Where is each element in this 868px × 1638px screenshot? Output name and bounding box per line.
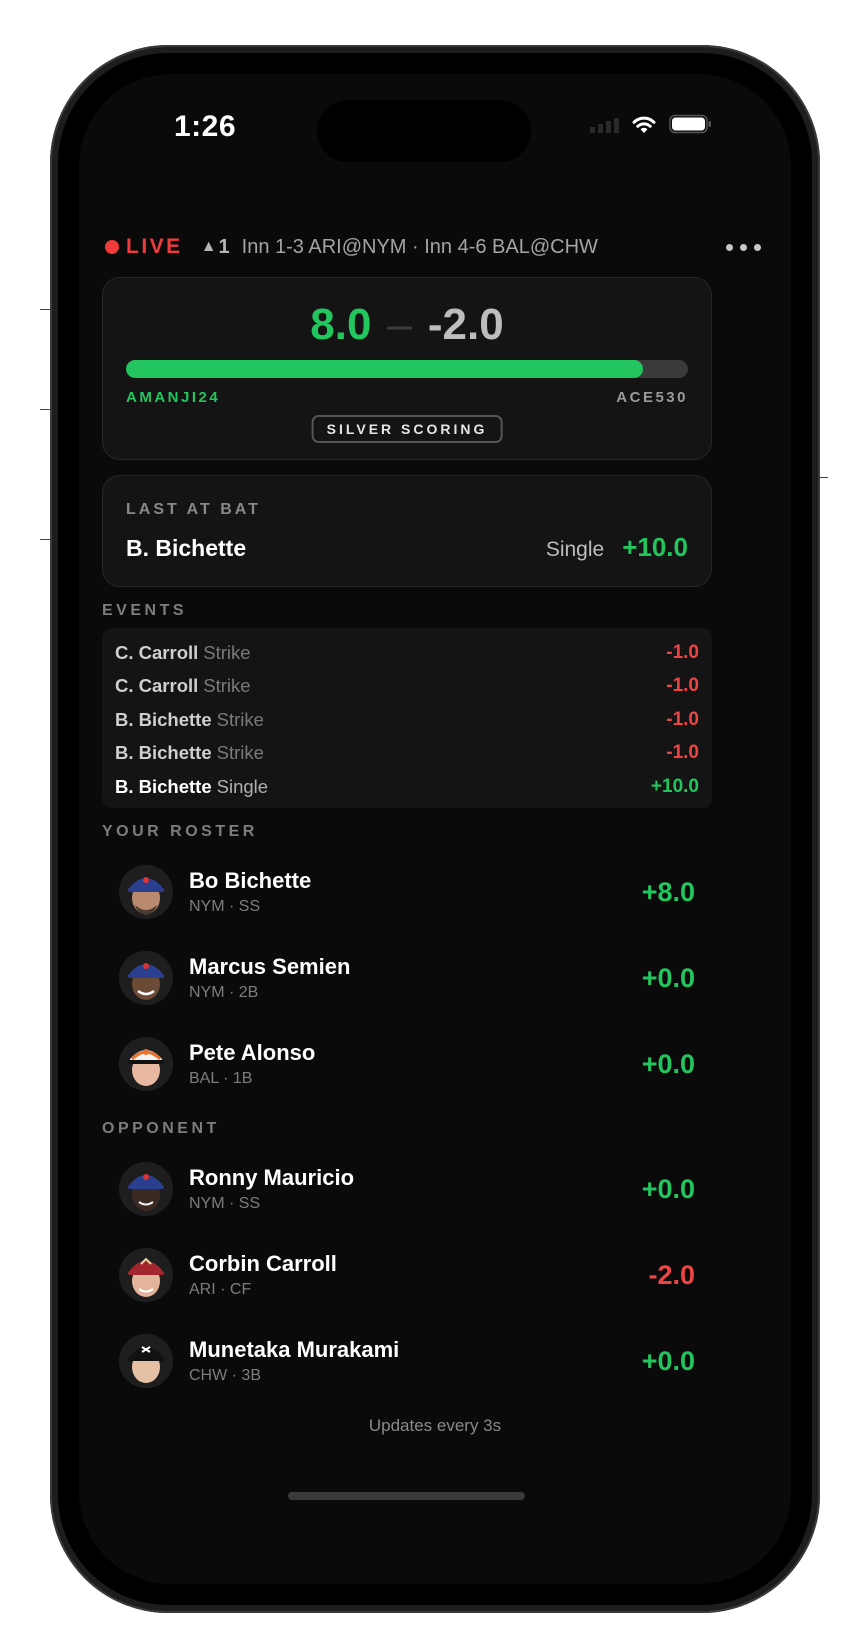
update-interval-note: Updates every 3s — [368, 1416, 502, 1435]
player-avatar — [119, 1334, 173, 1388]
event-player: B. Bichette — [115, 742, 212, 764]
event-player: B. Bichette — [115, 708, 212, 730]
last-at-bat-player: B. Bichette — [126, 535, 247, 561]
event-points: -1.0 — [666, 641, 699, 663]
player-name: Marcus Semien — [189, 954, 351, 979]
scoreboard-card: 8.0– -2.0 AMANJI24 ACE530 SILVER SCORING — [102, 277, 712, 460]
opponent-section-title: OPPONENT — [102, 1120, 220, 1137]
event-points: -1.0 — [666, 675, 699, 697]
event-row: B. Bichette Strike -1.0 — [115, 703, 699, 737]
roster-player-row[interactable]: Marcus Semien NYM · 2B +0.0 — [119, 943, 695, 1013]
event-row: B. Bichette Strike -1.0 — [115, 737, 699, 771]
events-section-title: EVENTS — [102, 602, 188, 619]
edge-mark — [40, 309, 50, 310]
player-points: +0.0 — [641, 1048, 695, 1079]
opponent-team-name: ACE530 — [616, 389, 688, 406]
status-icons — [590, 114, 713, 134]
event-row: C. Carroll Strike -1.0 — [115, 670, 699, 704]
player-team-position: NYM · 2B — [189, 984, 259, 1001]
event-action: Strike — [203, 675, 251, 697]
last-at-bat-title: LAST AT BAT — [126, 501, 261, 518]
event-row: C. Carroll Strike -1.0 — [115, 636, 699, 670]
status-time: 1:26 — [174, 110, 237, 143]
player-team-position: BAL · 1B — [189, 1070, 253, 1087]
event-points: -1.0 — [666, 742, 699, 764]
event-action: Strike — [216, 708, 264, 730]
live-label: LIVE — [126, 235, 183, 258]
event-player: C. Carroll — [115, 641, 199, 663]
live-indicator-dot — [105, 240, 119, 254]
your-roster-section-title: YOUR ROSTER — [102, 823, 258, 840]
player-points: +0.0 — [641, 1173, 695, 1204]
event-points: -1.0 — [666, 708, 699, 730]
player-points: +0.0 — [641, 962, 695, 993]
player-avatar — [119, 865, 173, 919]
player-name: Ronny Mauricio — [189, 1165, 355, 1190]
my-team-name: AMANJI24 — [126, 389, 221, 406]
score-separator: – — [387, 300, 412, 349]
event-player: B. Bichette — [115, 775, 212, 797]
more-dot-icon — [726, 243, 733, 251]
player-name: Corbin Carroll — [189, 1251, 337, 1276]
player-avatar — [119, 1162, 173, 1216]
edge-mark — [40, 409, 50, 410]
player-points: -2.0 — [648, 1259, 695, 1290]
scoring-tier-badge: SILVER SCORING — [311, 415, 503, 443]
app-screen: 1:26 LIVE ▲ 1 Inn 1-3 ARI@NYM · Inn 4-6 … — [79, 74, 791, 1584]
player-avatar — [119, 1248, 173, 1302]
opponent-player-row[interactable]: Munetaka Murakami CHW · 3B +0.0 — [119, 1326, 695, 1396]
event-action: Strike — [216, 742, 264, 764]
my-score: 8.0 — [310, 300, 372, 349]
last-at-bat-points: +10.0 — [622, 532, 688, 562]
cellular-signal-icon — [590, 115, 619, 133]
event-points: +10.0 — [650, 775, 699, 797]
dynamic-island — [317, 100, 531, 162]
home-indicator[interactable] — [288, 1492, 525, 1500]
more-options-button[interactable] — [722, 240, 765, 255]
alert-count: 1 — [218, 235, 230, 258]
player-avatar — [119, 951, 173, 1005]
more-dot-icon — [740, 243, 747, 251]
player-points: +8.0 — [641, 876, 695, 907]
event-action: Strike — [203, 641, 251, 663]
player-name: Bo Bichette — [189, 868, 312, 893]
alert-triangle-icon: ▲ — [200, 238, 217, 255]
more-dot-icon — [754, 243, 761, 251]
event-row: B. Bichette Single +10.0 — [115, 770, 699, 804]
player-team-position: ARI · CF — [189, 1281, 252, 1298]
player-name: Pete Alonso — [189, 1040, 316, 1065]
player-points: +0.0 — [641, 1345, 695, 1376]
score-progress-fill — [126, 360, 644, 378]
event-action: Single — [216, 775, 269, 797]
wifi-icon — [631, 115, 657, 134]
score-progress-bar — [126, 360, 688, 378]
live-header: LIVE ▲ 1 Inn 1-3 ARI@NYM · Inn 4-6 BAL@C… — [105, 232, 765, 262]
last-at-bat-outcome: Single +10.0 — [546, 532, 688, 563]
last-at-bat-result: Single — [545, 538, 605, 561]
player-team-position: NYM · SS — [189, 898, 261, 915]
battery-icon — [669, 114, 713, 134]
player-team-position: CHW · 3B — [189, 1367, 261, 1384]
roster-player-row[interactable]: Pete Alonso BAL · 1B +0.0 — [119, 1029, 695, 1099]
innings-status: Inn 1-3 ARI@NYM · Inn 4-6 BAL@CHW — [241, 235, 598, 258]
events-list: C. Carroll Strike -1.0 C. Carroll Strike -… — [102, 628, 712, 808]
edge-mark — [40, 539, 50, 540]
player-avatar — [119, 1037, 173, 1091]
opponent-player-row[interactable]: Corbin Carroll ARI · CF -2.0 — [119, 1240, 695, 1310]
score-line: 8.0– -2.0 — [103, 300, 711, 350]
player-team-position: NYM · SS — [189, 1195, 261, 1212]
roster-player-row[interactable]: Bo Bichette NYM · SS +8.0 — [119, 857, 695, 927]
event-player: C. Carroll — [115, 675, 199, 697]
opponent-score: -2.0 — [427, 300, 504, 349]
player-name: Munetaka Murakami — [189, 1337, 400, 1362]
opponent-player-row[interactable]: Ronny Mauricio NYM · SS +0.0 — [119, 1154, 695, 1224]
last-at-bat-card: LAST AT BAT B. Bichette Single +10.0 — [102, 475, 712, 587]
